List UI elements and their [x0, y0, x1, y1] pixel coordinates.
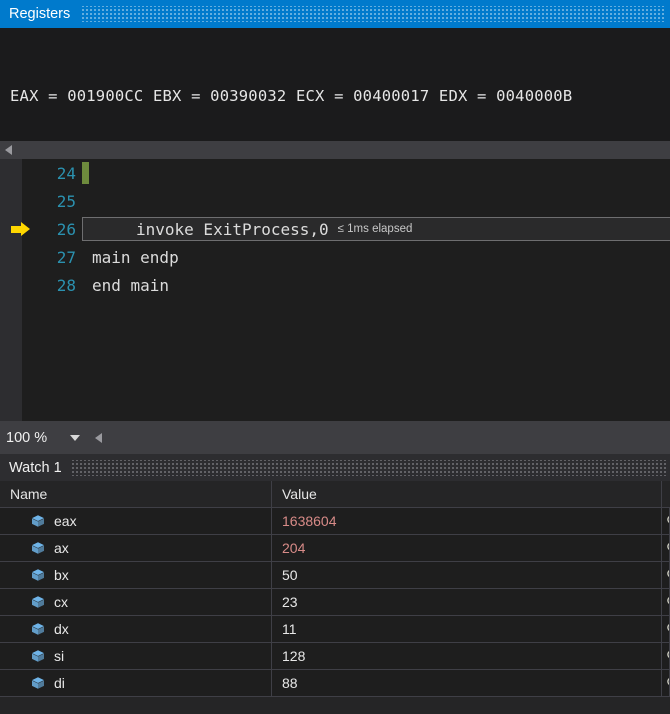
- line-number: 27: [56, 247, 76, 267]
- glyph-margin[interactable]: [0, 187, 42, 215]
- glyph-margin[interactable]: [0, 159, 42, 187]
- editor-status-strip: 100 %: [0, 421, 670, 454]
- watch-row-value[interactable]: 204: [272, 535, 662, 561]
- line-content[interactable]: invoke ExitProcess,0 ≤ 1ms elapsed: [82, 215, 670, 243]
- code-line[interactable]: 25: [0, 187, 670, 215]
- watch-row-type[interactable]: [662, 616, 670, 642]
- watch-row-type[interactable]: [662, 508, 670, 534]
- cube-icon: [30, 567, 54, 583]
- grip-dots-icon: [71, 459, 666, 476]
- scroll-left-arrow-icon[interactable]: [0, 141, 17, 159]
- zoom-level-value: 100 %: [6, 429, 48, 446]
- editor-horizontal-scrollbar-top[interactable]: [0, 141, 670, 159]
- registers-line: EAX = 001900CC EBX = 00390032 ECX = 0040…: [10, 87, 573, 105]
- line-number: 25: [56, 191, 76, 211]
- column-header-name[interactable]: Name: [0, 481, 272, 507]
- cube-icon: [30, 675, 54, 691]
- scroll-left-arrow-icon[interactable]: [90, 429, 107, 447]
- line-content[interactable]: [82, 159, 670, 187]
- cube-icon: [30, 540, 54, 556]
- line-number: 24: [56, 163, 76, 183]
- zoom-level-dropdown[interactable]: 100 %: [0, 424, 86, 451]
- code-line-current[interactable]: 26 invoke ExitProcess,0 ≤ 1ms elapsed: [0, 215, 670, 243]
- watch-row-type[interactable]: [662, 589, 670, 615]
- watch-row-name: eax: [54, 513, 77, 529]
- column-header-value[interactable]: Value: [272, 481, 662, 507]
- watch-row-type[interactable]: [662, 643, 670, 669]
- watch-row[interactable]: ax 204: [0, 535, 670, 562]
- code-line[interactable]: 27 main endp: [0, 243, 670, 271]
- watch-row-name-cell[interactable]: dx: [0, 616, 272, 642]
- watch-row-value[interactable]: 1638604: [272, 508, 662, 534]
- watch-row[interactable]: si 128: [0, 643, 670, 670]
- cube-icon: [30, 594, 54, 610]
- watch-row-name-cell[interactable]: eax: [0, 508, 272, 534]
- column-header-type[interactable]: Type: [662, 481, 670, 507]
- watch-row[interactable]: bx 50: [0, 562, 670, 589]
- chevron-down-icon[interactable]: [70, 434, 80, 441]
- watch-grid[interactable]: Name Value Type eax1638604ax204bx50cx23d…: [0, 481, 670, 697]
- registers-tool-window: Registers EAX = 001900CC EBX = 00390032 …: [0, 0, 670, 325]
- watch-row[interactable]: eax 1638604: [0, 508, 670, 535]
- watch-row-value[interactable]: 23: [272, 589, 662, 615]
- cube-icon: [30, 513, 54, 529]
- watch-row-name: cx: [54, 594, 68, 610]
- line-content[interactable]: end main: [82, 271, 670, 299]
- watch-tool-window: Watch 1 Name Value Type eax1638604ax204b…: [0, 454, 670, 714]
- watch-row-name-cell[interactable]: si: [0, 643, 272, 669]
- watch-row-name: bx: [54, 567, 69, 583]
- watch-grid-header: Name Value Type: [0, 481, 670, 508]
- glyph-margin[interactable]: [0, 243, 42, 271]
- watch-row[interactable]: dx 11: [0, 616, 670, 643]
- caret-block-marker: [82, 162, 89, 184]
- glyph-margin[interactable]: [0, 271, 42, 299]
- grip-dots-icon: [82, 6, 666, 22]
- watch-row[interactable]: di 88: [0, 670, 670, 697]
- watch-row-name: ax: [54, 540, 69, 556]
- code-line[interactable]: 28 end main: [0, 271, 670, 299]
- glyph-margin[interactable]: [0, 215, 42, 243]
- code-editor[interactable]: 24 25 26 invoke ExitProcess,0 ≤ 1ms elap…: [0, 159, 670, 421]
- line-text: invoke ExitProcess,0: [136, 219, 329, 239]
- yellow-arrow-icon[interactable]: [11, 221, 31, 237]
- code-line[interactable]: 24: [0, 159, 670, 187]
- registers-title: Registers: [9, 6, 71, 22]
- line-text: end main: [92, 275, 170, 295]
- watch-row-name: di: [54, 675, 65, 691]
- watch-row-name: si: [54, 648, 65, 664]
- registers-titlebar[interactable]: Registers: [0, 0, 670, 28]
- watch-row-value[interactable]: 128: [272, 643, 662, 669]
- line-number: 28: [56, 275, 76, 295]
- watch-row-name-cell[interactable]: di: [0, 670, 272, 696]
- line-text: main endp: [92, 247, 179, 267]
- watch-row-value[interactable]: 11: [272, 616, 662, 642]
- line-number: 26: [56, 219, 76, 239]
- editor-horizontal-scrollbar-bottom[interactable]: [86, 421, 670, 454]
- line-content[interactable]: [82, 187, 670, 215]
- perf-tip[interactable]: ≤ 1ms elapsed: [338, 223, 413, 235]
- watch-row-type[interactable]: [662, 670, 670, 696]
- watch-row-value[interactable]: 50: [272, 562, 662, 588]
- watch-row-name-cell[interactable]: cx: [0, 589, 272, 615]
- watch-row[interactable]: cx 23: [0, 589, 670, 616]
- watch-row-name: dx: [54, 621, 69, 637]
- cube-icon: [30, 648, 54, 664]
- watch-row-name-cell[interactable]: ax: [0, 535, 272, 561]
- watch-title: Watch 1: [9, 459, 62, 476]
- watch-row-name-cell[interactable]: bx: [0, 562, 272, 588]
- line-content[interactable]: main endp: [82, 243, 670, 271]
- watch-row-type[interactable]: [662, 535, 670, 561]
- watch-titlebar[interactable]: Watch 1: [0, 454, 670, 481]
- watch-row-type[interactable]: [662, 562, 670, 588]
- cube-icon: [30, 621, 54, 637]
- watch-rows: eax 1638604 ax 204 bx 50 cx 23 dx 11 si 128 di 88: [0, 508, 670, 697]
- watch-row-value[interactable]: 88: [272, 670, 662, 696]
